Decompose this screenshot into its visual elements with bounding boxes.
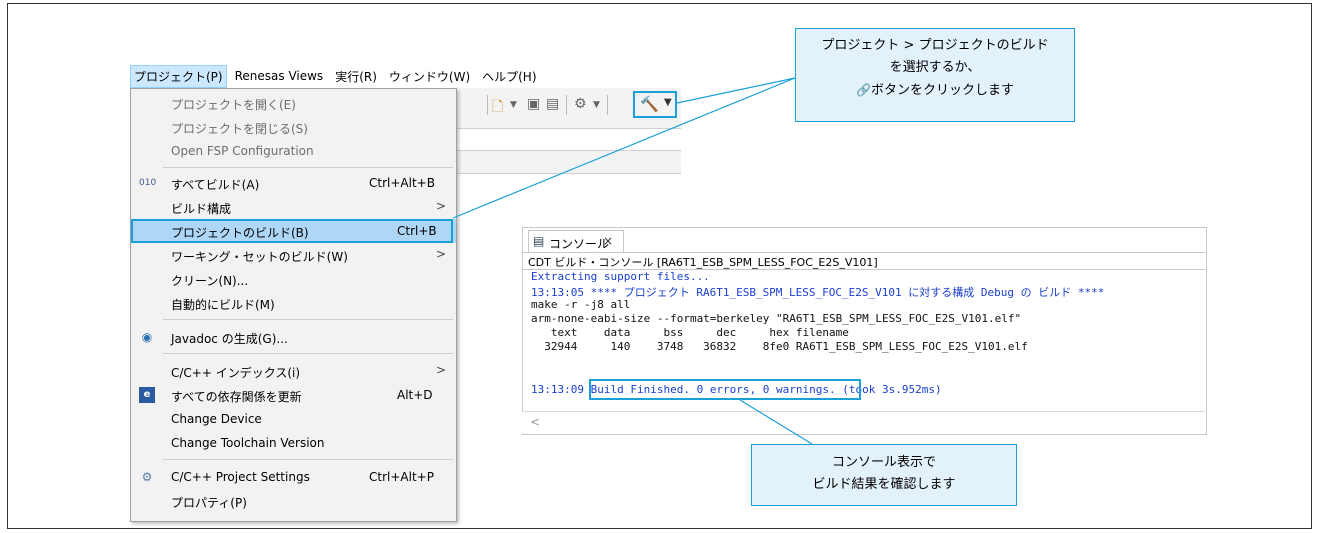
menu-item-shortcut: Ctrl+Alt+P — [369, 470, 434, 484]
menu-item-label: すべてビルド(A) — [171, 178, 260, 192]
build-project-highlight — [131, 219, 453, 243]
menu-window[interactable]: ウィンドウ(W) — [385, 65, 474, 88]
menu-item-change-toolchain[interactable]: Change Toolchain Version — [131, 431, 456, 455]
chevron-down-icon[interactable]: ▼ — [664, 97, 672, 108]
project-dropdown-menu: プロジェクトを開く(E) プロジェクトを閉じる(S) Open FSP Conf… — [130, 88, 457, 522]
menu-item-generate-javadoc[interactable]: ◉ Javadoc の生成(G)... — [131, 325, 456, 349]
console-line: make -r -j8 all — [531, 298, 631, 311]
toolbar-separator — [607, 95, 608, 115]
submenu-arrow-icon: > — [436, 199, 447, 213]
save-icon[interactable]: ▣ — [527, 96, 540, 112]
console-tab[interactable]: ▤ コンソール × — [528, 230, 624, 253]
menubar: プロジェクト(P) Renesas Views 実行(R) ウィンドウ(W) ヘ… — [130, 64, 545, 88]
ide-toolbar-secondary — [455, 150, 681, 174]
menu-item-label: プロパティ(P) — [171, 496, 247, 510]
menu-item-build-working-set[interactable]: ワーキング・セットのビルド(W) > — [131, 243, 456, 267]
close-icon[interactable]: × — [603, 234, 613, 248]
dependency-icon: e — [139, 387, 155, 403]
link-icon: 🔗 — [856, 83, 871, 97]
build-all-icon: 010 — [139, 178, 157, 188]
hammer-icon[interactable]: 🔨 — [640, 95, 659, 113]
console-tab-label: コンソール — [549, 237, 610, 251]
menu-item-build-automatically[interactable]: 自動的にビルド(M) — [131, 291, 456, 315]
callout-text: プロジェクト > プロジェクトのビルド — [821, 38, 1049, 53]
toolbar-separator — [487, 95, 488, 115]
menu-item-build-configurations[interactable]: ビルド構成 > — [131, 195, 456, 219]
menu-item-label: Change Device — [171, 412, 262, 426]
callout-text: コンソール表示で — [831, 455, 936, 470]
callout-text: ボタンをクリックします — [870, 83, 1014, 98]
menu-item-label: プロジェクトを開く(E) — [171, 98, 296, 112]
menu-item-update-dependencies[interactable]: e すべての依存関係を更新 Alt+D — [131, 383, 456, 407]
menu-item-label: Change Toolchain Version — [171, 436, 325, 450]
menu-item-open-project[interactable]: プロジェクトを開く(E) — [131, 91, 456, 115]
console-subtitle: CDT ビルド・コンソール [RA6T1_ESB_SPM_LESS_FOC_E2… — [522, 252, 1205, 270]
menu-item-open-fsp-config[interactable]: Open FSP Configuration — [131, 139, 456, 163]
menu-item-project-settings[interactable]: ⚙ C/C++ Project Settings Ctrl+Alt+P — [131, 465, 456, 489]
javadoc-icon: ◉ — [141, 330, 153, 344]
menu-item-properties[interactable]: プロパティ(P) — [131, 489, 456, 513]
menu-item-build-all[interactable]: 010 すべてビルド(A) Ctrl+Alt+B — [131, 171, 456, 195]
settings-icon: ⚙ — [141, 470, 153, 484]
submenu-arrow-icon: > — [436, 363, 447, 377]
debug-icon[interactable]: ⚙ — [574, 96, 587, 112]
menu-separator — [163, 167, 453, 168]
menu-renesas-views[interactable]: Renesas Views — [231, 66, 328, 86]
new-project-icon[interactable]: 🗋 — [492, 96, 503, 120]
console-line: Extracting support files... — [531, 270, 710, 283]
menu-item-shortcut: Ctrl+Alt+B — [369, 176, 435, 190]
console-line: 32944 140 3748 36832 8fe0 RA6T1_ESB_SPM_… — [531, 340, 1028, 353]
callout-text: ビルド結果を確認します — [812, 477, 956, 492]
menu-item-label: クリーン(N)... — [171, 274, 249, 288]
menu-item-label: Open FSP Configuration — [171, 144, 314, 158]
console-subtitle-text: CDT ビルド・コンソール [RA6T1_ESB_SPM_LESS_FOC_E2… — [528, 256, 878, 269]
menu-item-label: Javadoc の生成(G)... — [171, 332, 288, 346]
callout-text: を選択するか、 — [889, 60, 981, 75]
callout-text-row: 🔗ボタンをクリックします — [796, 79, 1074, 102]
menu-item-close-project[interactable]: プロジェクトを閉じる(S) — [131, 115, 456, 139]
menu-separator — [163, 353, 453, 354]
menu-item-label: すべての依存関係を更新 — [171, 390, 302, 404]
callout-console-instruction: コンソール表示で ビルド結果を確認します — [751, 444, 1017, 506]
menu-item-cpp-index[interactable]: C/C++ インデックス(i) > — [131, 359, 456, 383]
submenu-arrow-icon: > — [436, 247, 447, 261]
chevron-down-icon[interactable]: ▼ — [593, 100, 600, 110]
menu-help[interactable]: ヘルプ(H) — [478, 65, 540, 88]
scroll-left-icon[interactable]: < — [530, 415, 540, 429]
callout-build-instruction: プロジェクト > プロジェクトのビルド を選択するか、 🔗ボタンをクリックします — [795, 28, 1075, 122]
menu-item-label: ワーキング・セットのビルド(W) — [171, 250, 348, 264]
console-timestamp: 13:13:09 — [531, 383, 591, 396]
toolbar-separator — [566, 95, 567, 115]
console-line: arm-none-eabi-size --format=berkeley "RA… — [531, 312, 1022, 325]
build-result-highlight — [589, 379, 861, 400]
menu-separator — [163, 459, 453, 460]
save-all-icon[interactable]: ▤ — [546, 96, 559, 112]
menu-item-label: 自動的にビルド(M) — [171, 298, 275, 312]
menu-item-label: C/C++ Project Settings — [171, 470, 310, 484]
menu-run[interactable]: 実行(R) — [331, 65, 381, 88]
menu-project[interactable]: プロジェクト(P) — [130, 64, 227, 88]
menu-item-label: C/C++ インデックス(i) — [171, 366, 301, 380]
menu-item-label: プロジェクトを閉じる(S) — [171, 122, 308, 136]
menu-item-label: ビルド構成 — [171, 202, 232, 216]
console-line: text data bss dec hex filename — [531, 326, 849, 339]
chevron-down-icon[interactable]: ▼ — [510, 100, 517, 110]
console-scrollbar[interactable]: < — [522, 411, 1205, 433]
build-button-highlight[interactable]: 🔨 ▼ — [633, 91, 677, 118]
menu-item-shortcut: Alt+D — [397, 388, 433, 402]
console-icon: ▤ — [533, 234, 545, 248]
menu-item-clean[interactable]: クリーン(N)... — [131, 267, 456, 291]
menu-separator — [163, 319, 453, 320]
menu-item-change-device[interactable]: Change Device — [131, 407, 456, 431]
